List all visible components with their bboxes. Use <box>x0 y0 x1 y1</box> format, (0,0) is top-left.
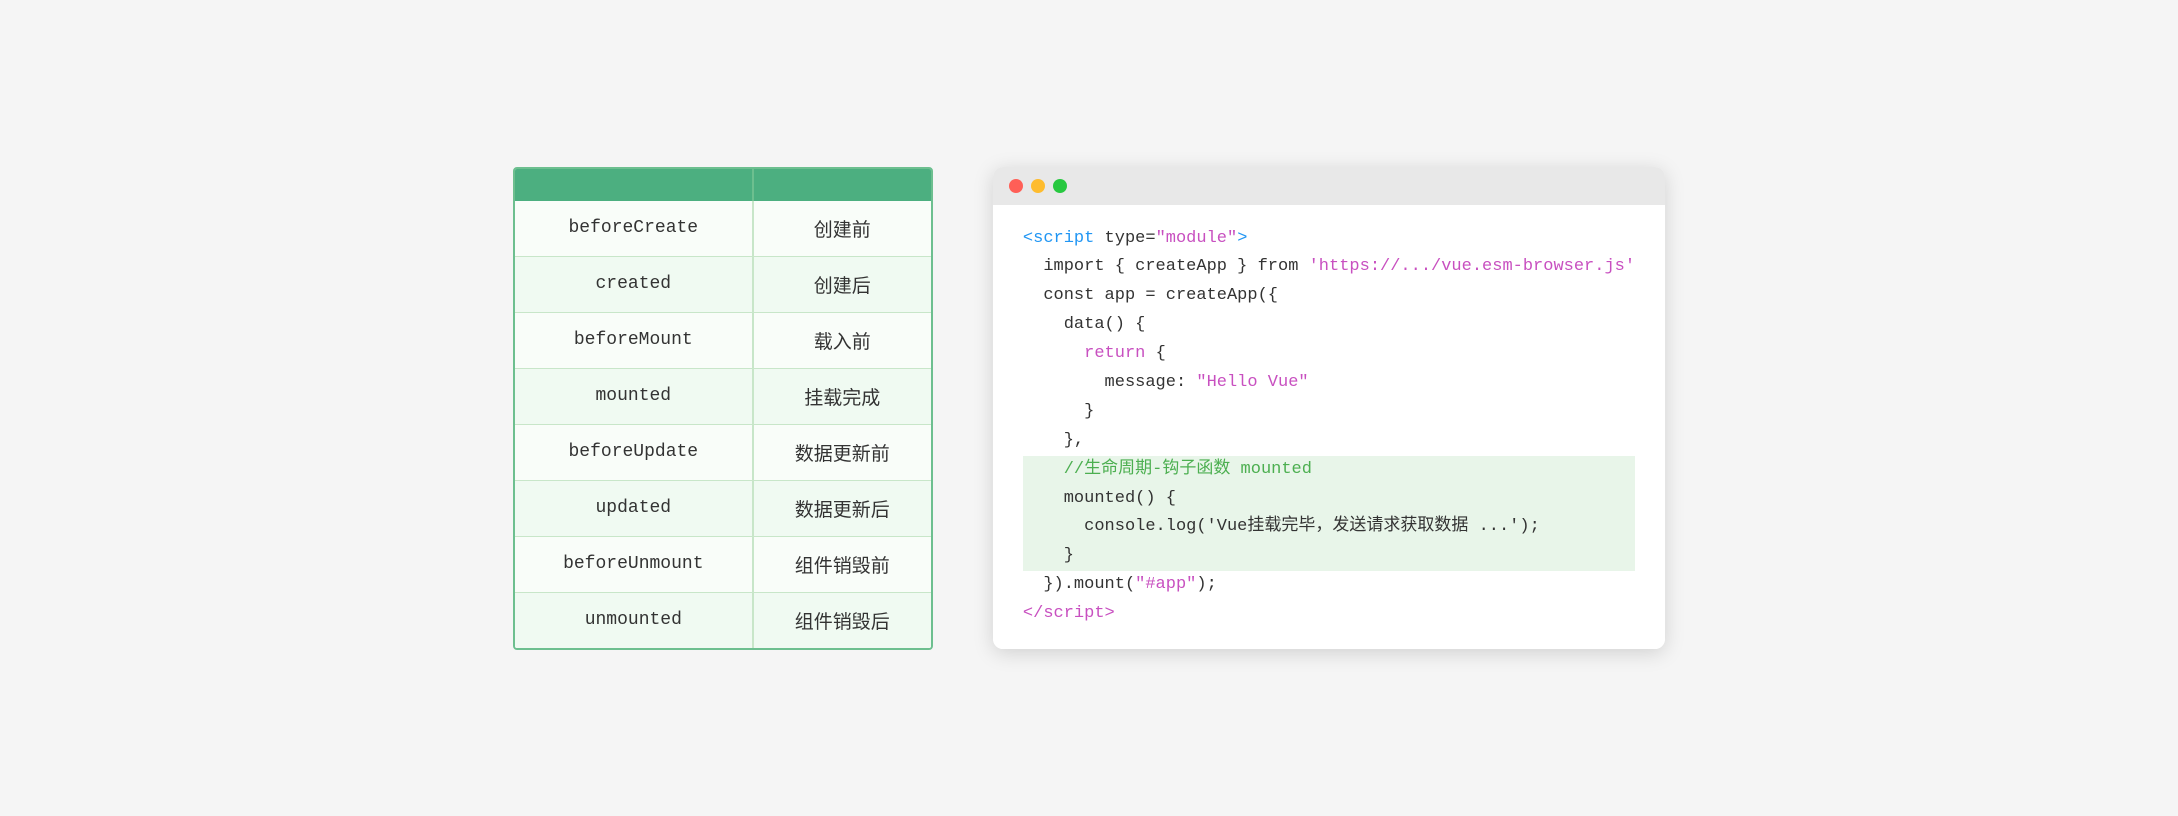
main-container: beforeCreate创建前created创建后beforeMount载入前m… <box>513 167 1665 650</box>
code-line: //生命周期-钩子函数 mounted <box>1023 456 1635 485</box>
code-line: <script type="module"> <box>1023 225 1635 254</box>
phase-cell: 创建后 <box>753 256 931 312</box>
state-cell: beforeCreate <box>515 201 753 257</box>
window-titlebar <box>993 167 1665 205</box>
table-row: beforeUnmount组件销毁前 <box>515 536 931 592</box>
col-header-state <box>515 169 753 201</box>
code-line: import { createApp } from 'https://.../v… <box>1023 253 1635 282</box>
code-line: }).mount("#app"); <box>1023 571 1635 600</box>
code-line: mounted() { <box>1023 485 1635 514</box>
code-line: data() { <box>1023 311 1635 340</box>
phase-cell: 载入前 <box>753 312 931 368</box>
code-line: const app = createApp({ <box>1023 282 1635 311</box>
code-line: return { <box>1023 340 1635 369</box>
phase-cell: 数据更新后 <box>753 480 931 536</box>
close-dot[interactable] <box>1009 179 1023 193</box>
phase-cell: 组件销毁后 <box>753 592 931 648</box>
state-cell: unmounted <box>515 592 753 648</box>
state-cell: created <box>515 256 753 312</box>
table-row: beforeCreate创建前 <box>515 201 931 257</box>
phase-cell: 挂载完成 <box>753 368 931 424</box>
table-row: mounted挂载完成 <box>515 368 931 424</box>
phase-cell: 创建前 <box>753 201 931 257</box>
code-line: </script> <box>1023 600 1635 629</box>
state-cell: beforeUpdate <box>515 424 753 480</box>
code-line: } <box>1023 542 1635 571</box>
code-body: <script type="module"> import { createAp… <box>993 205 1665 649</box>
maximize-dot[interactable] <box>1053 179 1067 193</box>
state-cell: beforeUnmount <box>515 536 753 592</box>
state-cell: beforeMount <box>515 312 753 368</box>
code-line: }, <box>1023 427 1635 456</box>
table-row: updated数据更新后 <box>515 480 931 536</box>
phase-cell: 数据更新前 <box>753 424 931 480</box>
table-row: beforeMount载入前 <box>515 312 931 368</box>
code-window: <script type="module"> import { createAp… <box>993 167 1665 649</box>
minimize-dot[interactable] <box>1031 179 1045 193</box>
code-line: message: "Hello Vue" <box>1023 369 1635 398</box>
col-header-phase <box>753 169 931 201</box>
state-cell: updated <box>515 480 753 536</box>
table-row: created创建后 <box>515 256 931 312</box>
state-cell: mounted <box>515 368 753 424</box>
phase-cell: 组件销毁前 <box>753 536 931 592</box>
table-row: unmounted组件销毁后 <box>515 592 931 648</box>
code-line: console.log('Vue挂载完毕，发送请求获取数据 ...'); <box>1023 513 1635 542</box>
code-line: } <box>1023 398 1635 427</box>
lifecycle-table: beforeCreate创建前created创建后beforeMount载入前m… <box>513 167 933 650</box>
table-row: beforeUpdate数据更新前 <box>515 424 931 480</box>
